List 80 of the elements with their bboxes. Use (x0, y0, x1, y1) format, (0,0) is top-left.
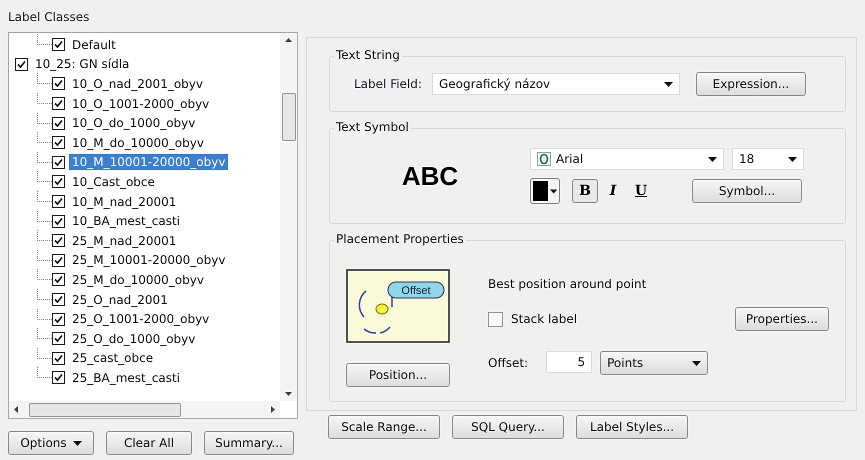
group-title: Text Symbol (334, 120, 411, 134)
tree-item[interactable]: 10_25: GN sídla (32, 56, 132, 72)
tree-item[interactable]: 25_O_nad_2001 (69, 292, 171, 308)
checkbox[interactable] (52, 136, 65, 150)
tree-item[interactable]: 10_O_do_1000_obyv (69, 115, 198, 132)
tree-button[interactable]: Clear All (106, 431, 192, 455)
dialog-button[interactable]: SQL Query... (452, 415, 564, 439)
caret-icon (708, 156, 717, 162)
checkbox[interactable] (52, 97, 65, 110)
symbol-button[interactable]: Symbol... (692, 179, 802, 203)
checkbox[interactable] (52, 312, 65, 326)
group-title: Placement Properties (334, 232, 466, 246)
scroll-left-icon[interactable] (13, 406, 20, 413)
checkbox[interactable] (52, 116, 65, 130)
checkbox[interactable] (52, 352, 65, 365)
dialog-button[interactable]: Label Styles... (576, 415, 688, 439)
bold-button[interactable]: B (572, 179, 598, 203)
tree-item[interactable]: 25_O_1001-2000_obyv (69, 311, 212, 328)
offset-label: Offset: (488, 356, 528, 370)
scroll-up-icon[interactable] (285, 37, 292, 44)
font-dropdown[interactable]: Arial (530, 148, 724, 170)
tree-button[interactable]: Options (8, 431, 94, 455)
tree-item[interactable]: 10_O_nad_2001_obyv (69, 76, 206, 92)
dialog-button[interactable]: Scale Range... (328, 415, 440, 439)
tree-item[interactable]: 25_O_do_1000_obyv (69, 330, 198, 347)
scroll-thumb[interactable] (282, 93, 296, 141)
checkbox[interactable] (52, 293, 65, 306)
scroll-thumb[interactable] (28, 402, 180, 416)
underline-button[interactable]: U (628, 179, 654, 203)
color-picker[interactable] (530, 178, 560, 204)
vertical-scrollbar[interactable] (280, 33, 297, 401)
checkbox[interactable] (52, 234, 65, 248)
scroll-down-icon[interactable] (285, 390, 292, 397)
caret-icon (664, 82, 673, 86)
expression-button[interactable]: Expression... (696, 72, 806, 96)
font-icon (537, 152, 551, 166)
checkbox[interactable] (52, 38, 65, 52)
tree-item[interactable]: 25_BA_mest_casti (69, 370, 183, 386)
position-button[interactable]: Position... (346, 363, 450, 387)
caret-icon (788, 156, 797, 162)
unit-dropdown[interactable]: Points (600, 351, 708, 375)
tree-item[interactable]: 10_Cast_obce (69, 174, 158, 190)
scroll-right-icon[interactable] (269, 406, 276, 413)
placement-description: Best position around point (488, 277, 648, 291)
size-dropdown[interactable]: 18 (732, 148, 804, 170)
group-title: Text String (334, 48, 402, 62)
checkbox[interactable] (52, 332, 65, 346)
caret-icon (550, 188, 557, 194)
checkbox[interactable] (52, 156, 65, 169)
checkbox[interactable] (52, 371, 65, 384)
tree-item[interactable]: 10_O_1001-2000_obyv (69, 96, 212, 112)
checkbox[interactable] (52, 195, 65, 208)
tree-item[interactable]: 25_M_10001-20000_obyv (69, 252, 228, 268)
checkbox[interactable] (52, 214, 65, 228)
stack-label-checkbox[interactable] (488, 312, 503, 326)
checkbox[interactable] (52, 77, 65, 90)
italic-button[interactable]: I (600, 179, 626, 203)
properties-button[interactable]: Properties... (734, 307, 829, 331)
checkbox-label: Stack label (511, 312, 578, 326)
caret-icon (692, 360, 702, 366)
tree-item[interactable]: 25_cast_obce (69, 350, 156, 366)
checkbox[interactable] (15, 58, 28, 71)
field-label: Label Field: (354, 77, 422, 91)
panel-title: Label Classes (8, 9, 90, 26)
label-field-dropdown[interactable]: Geografický názov (432, 73, 680, 95)
tree-item[interactable]: 10_M_do_10000_obyv (69, 134, 207, 151)
placement-diagram: Offset (346, 269, 450, 343)
horizontal-scrollbar[interactable] (9, 401, 280, 418)
checkbox[interactable] (52, 254, 65, 267)
tree-item[interactable]: 25_M_do_10000_obyv (69, 272, 207, 288)
text-preview: ABC (402, 160, 458, 192)
tree-item[interactable]: 25_M_nad_20001 (69, 232, 180, 249)
offset-input[interactable]: 5 (546, 351, 592, 373)
tree-item[interactable]: 10_M_nad_20001 (69, 194, 180, 210)
tree-item[interactable]: 10_BA_mest_casti (69, 213, 183, 230)
checkbox[interactable] (52, 273, 65, 286)
checkbox[interactable] (52, 175, 65, 188)
tree-item[interactable]: Default (69, 36, 119, 53)
tree-item[interactable]: 10_M_10001-20000_obyv (69, 154, 228, 170)
tree-button[interactable]: Summary... (204, 431, 294, 455)
